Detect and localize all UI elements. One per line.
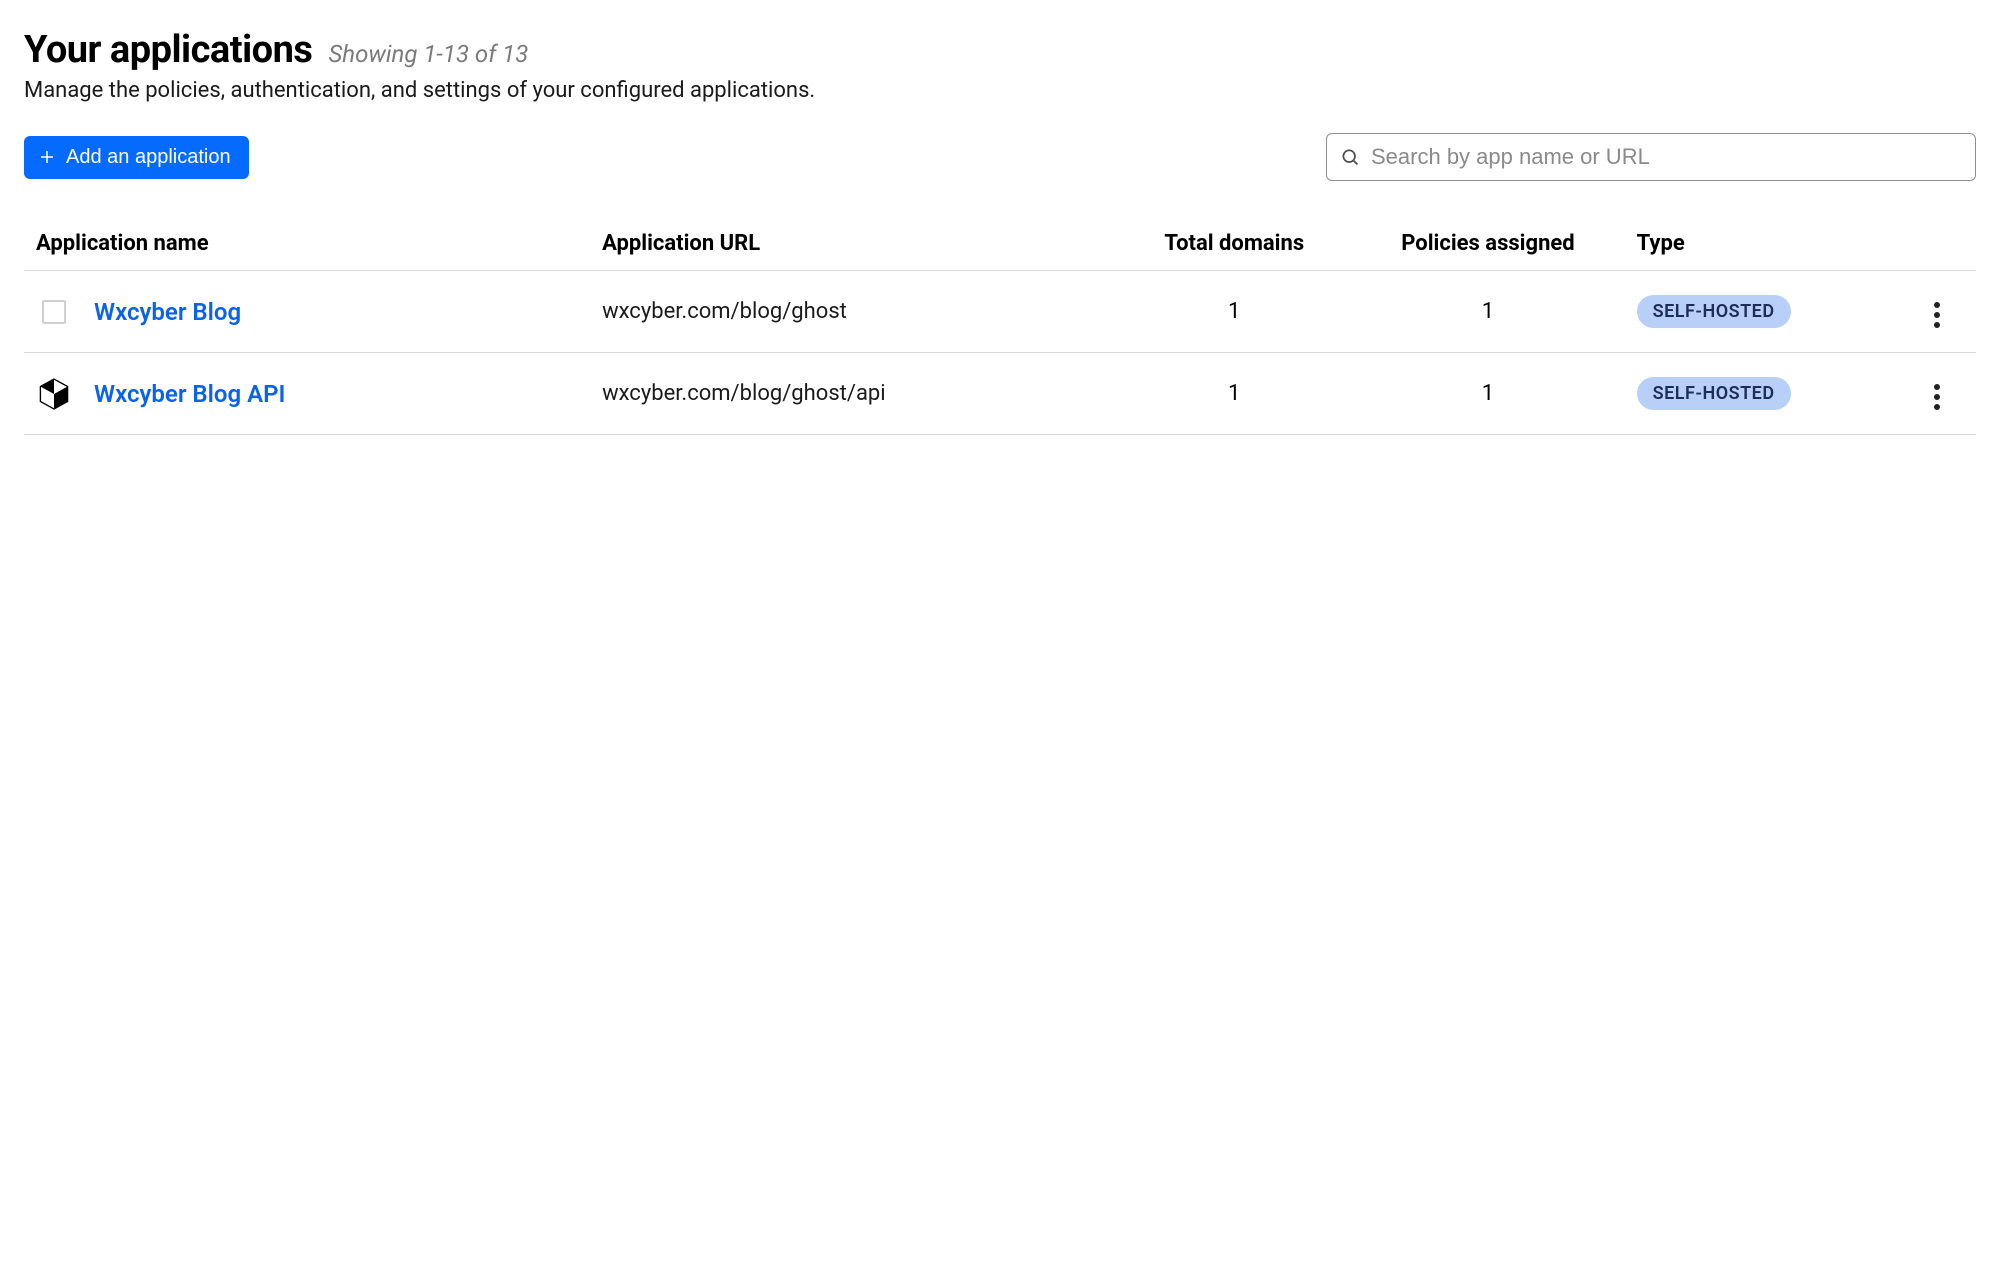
table-row: Wxcyber Blog API wxcyber.com/blog/ghost/… (24, 353, 1976, 435)
column-header-type: Type (1625, 217, 1898, 271)
plus-icon (38, 148, 56, 166)
page-title: Your applications (24, 28, 312, 72)
application-name-link[interactable]: Wxcyber Blog (94, 298, 241, 326)
page-count: Showing 1-13 of 13 (328, 40, 528, 68)
total-domains-value: 1 (1228, 299, 1240, 324)
application-url: wxcyber.com/blog/ghost/api (602, 381, 886, 406)
type-badge: SELF-HOSTED (1637, 377, 1791, 410)
add-application-button[interactable]: Add an application (24, 136, 249, 179)
app-empty-icon (42, 300, 66, 324)
column-header-policies: Policies assigned (1351, 217, 1624, 271)
row-actions-button[interactable] (1928, 296, 1946, 334)
column-header-url: Application URL (590, 217, 1117, 271)
column-header-menu (1898, 217, 1976, 271)
row-actions-button[interactable] (1928, 378, 1946, 416)
search-icon (1340, 147, 1360, 167)
app-hex-icon (36, 376, 72, 412)
column-header-name: Application name (24, 217, 590, 271)
column-header-domains: Total domains (1117, 217, 1351, 271)
applications-table: Application name Application URL Total d… (24, 217, 1976, 435)
table-row: Wxcyber Blog wxcyber.com/blog/ghost 1 1 … (24, 271, 1976, 353)
policies-assigned-value: 1 (1482, 299, 1494, 324)
search-input[interactable] (1326, 133, 1976, 181)
page-subtitle: Manage the policies, authentication, and… (24, 78, 1976, 103)
type-badge: SELF-HOSTED (1637, 295, 1791, 328)
add-application-label: Add an application (66, 146, 231, 169)
application-url: wxcyber.com/blog/ghost (602, 299, 847, 324)
total-domains-value: 1 (1228, 381, 1240, 406)
policies-assigned-value: 1 (1482, 381, 1494, 406)
application-name-link[interactable]: Wxcyber Blog API (94, 380, 285, 408)
